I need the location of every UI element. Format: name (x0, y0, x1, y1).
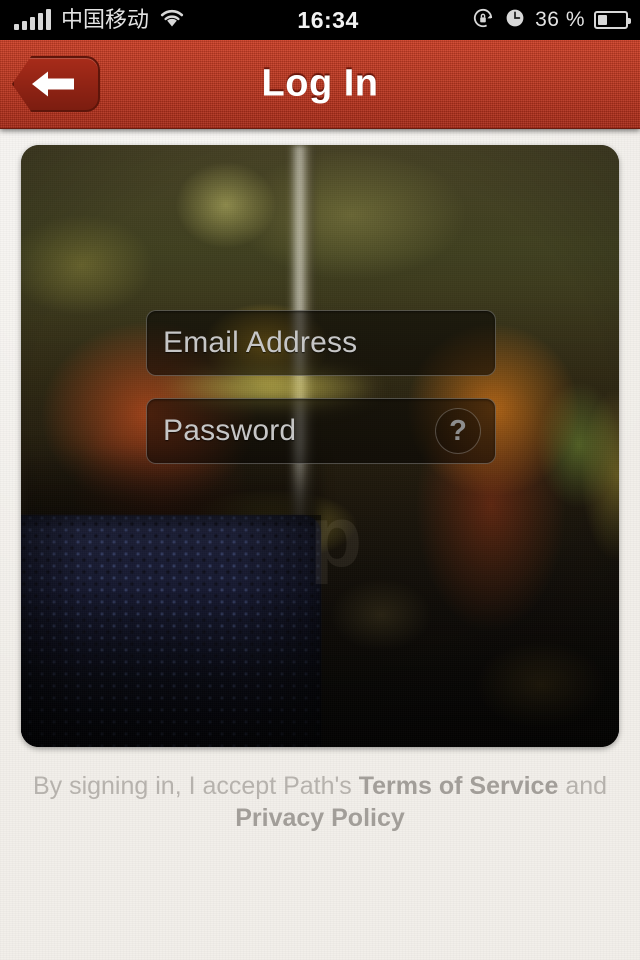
password-field[interactable]: Password ? (146, 398, 496, 464)
status-bar-right: 36 % (471, 6, 640, 35)
battery-percentage: 36 % (535, 8, 585, 31)
login-form: Email Address Password ? (146, 310, 496, 464)
rotation-lock-icon (471, 6, 495, 35)
terms-of-service-link[interactable]: Terms of Service (359, 772, 559, 800)
email-input-placeholder[interactable]: Email Address (147, 326, 495, 360)
alarm-clock-icon (504, 7, 526, 34)
navigation-bar: Log In (0, 40, 640, 129)
password-help-button[interactable]: ? (435, 408, 481, 454)
email-field[interactable]: Email Address (146, 310, 496, 376)
signal-bars-icon (14, 9, 51, 30)
legal-footer: By signing in, I accept Path's Terms of … (0, 770, 640, 834)
wifi-icon (159, 8, 185, 33)
carrier-label: 中国移动 (61, 7, 150, 32)
battery-icon (594, 11, 631, 29)
login-screen: 中国移动 16:34 36 % Log In Email Address Pas… (0, 0, 640, 960)
legal-prefix-text: By signing in, I accept Path's (32, 772, 359, 800)
status-bar-left: 中国移动 (0, 8, 185, 33)
page-title: Log In (261, 62, 379, 105)
question-mark-icon: ? (449, 414, 467, 447)
legal-conjunction-text: and (558, 772, 608, 800)
clock-time: 16:34 (297, 6, 359, 33)
status-bar-center: 16:34 (185, 7, 471, 34)
privacy-policy-link[interactable]: Privacy Policy (235, 804, 405, 832)
status-bar: 中国移动 16:34 36 % (0, 0, 640, 40)
